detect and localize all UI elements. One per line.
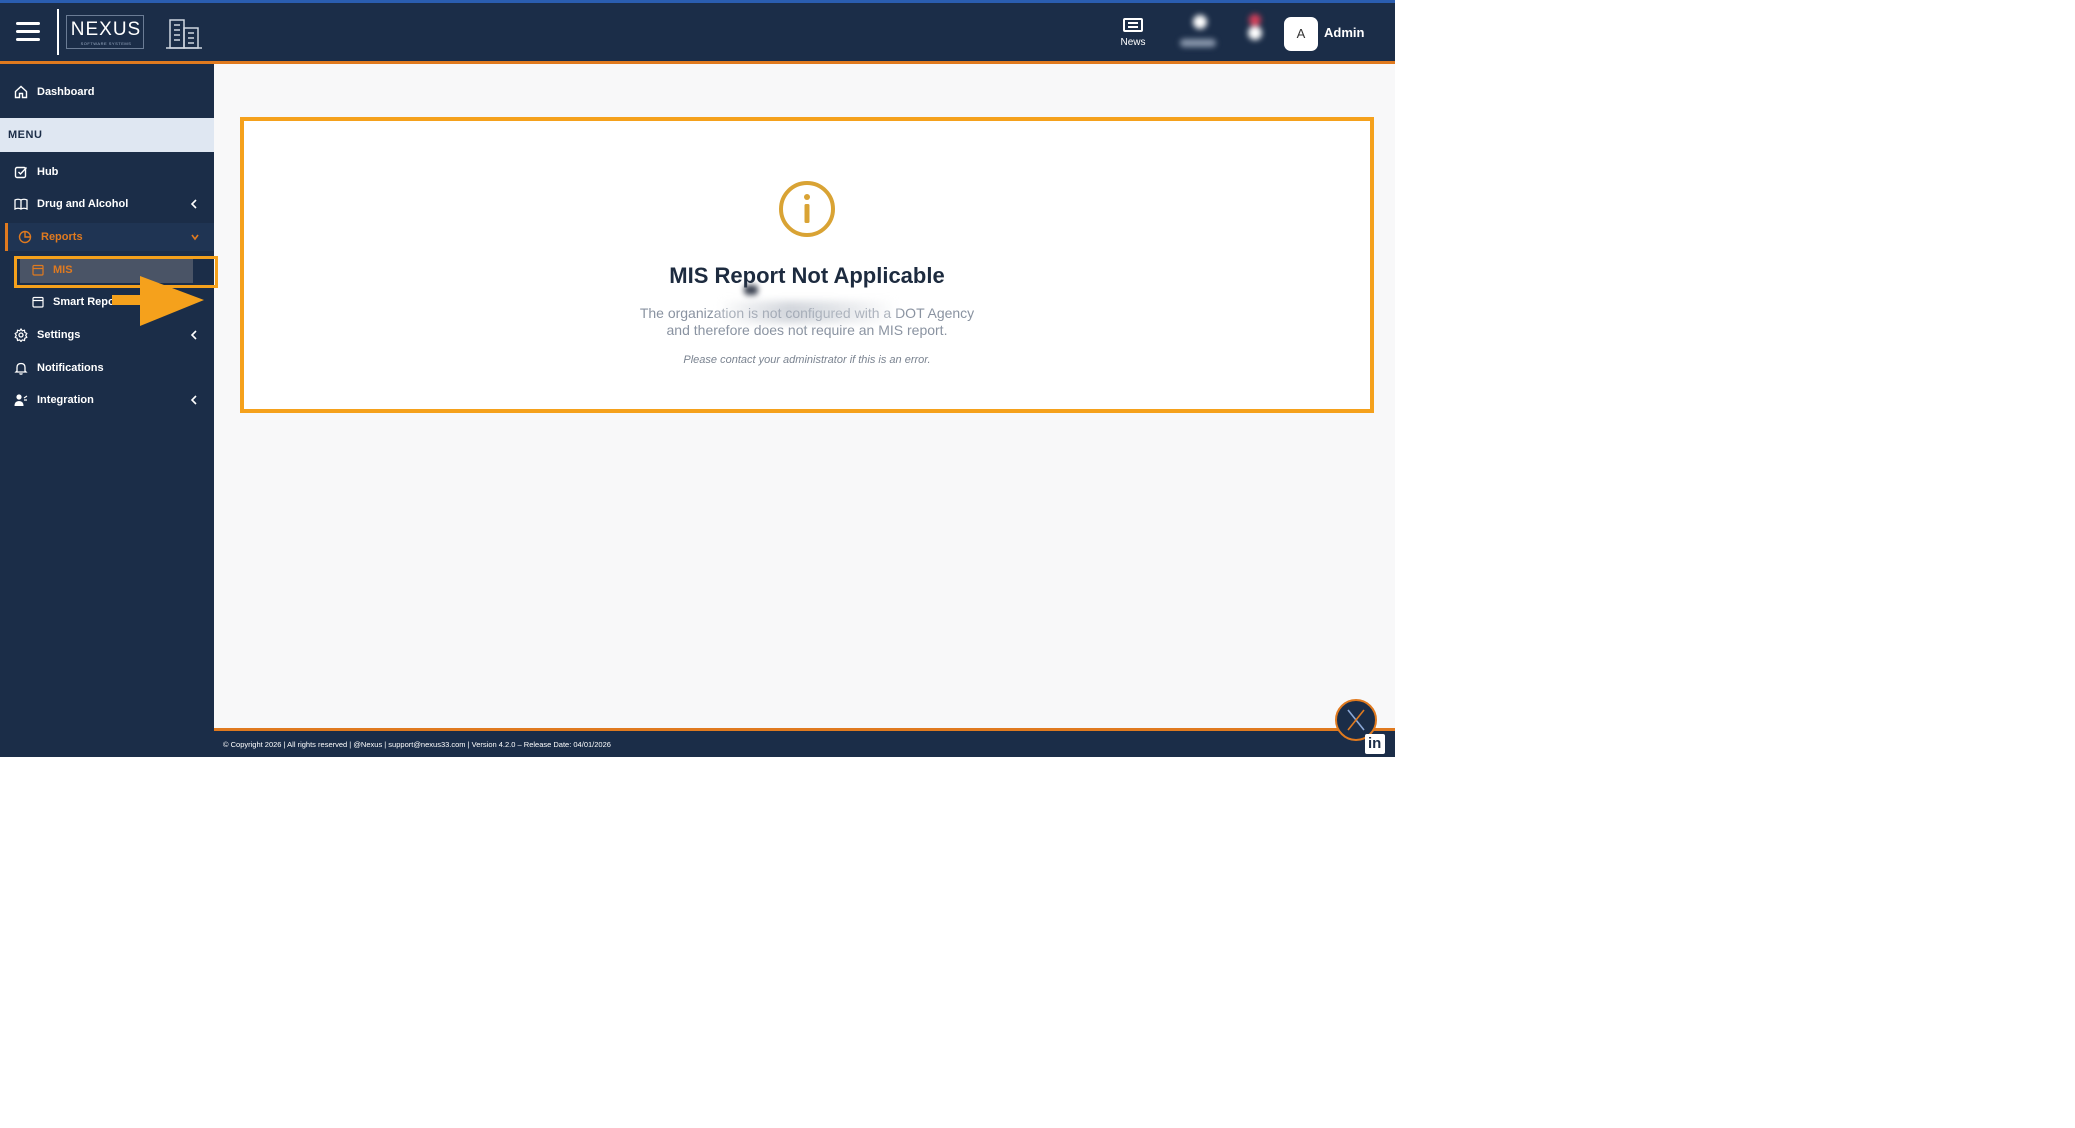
top-navbar: NEXUS SOFTWARE SYSTEMS News A Admin: [0, 0, 1395, 64]
mis-not-applicable-card: MIS Report Not Applicable The organizati…: [240, 117, 1374, 413]
sidebar-item-label: Settings: [37, 329, 81, 341]
chevron-left-icon: [190, 395, 197, 405]
sidebar-item-notifications[interactable]: Notifications: [0, 354, 214, 382]
redacted-text-blur: [718, 301, 898, 323]
sidebar-subitem-label: MIS: [53, 264, 73, 276]
sidebar-item-label: Hub: [37, 166, 59, 178]
sidebar-item-label: Drug and Alcohol: [37, 198, 129, 210]
linkedin-icon[interactable]: in: [1365, 734, 1385, 754]
sidebar-item-label: Reports: [41, 231, 83, 243]
sidebar-item-label: Notifications: [37, 362, 104, 374]
sidebar-item-dashboard[interactable]: Dashboard: [0, 78, 214, 106]
sidebar-subitem-mis[interactable]: MIS: [20, 257, 193, 283]
info-circle-icon: [779, 181, 835, 237]
news-label: News: [1120, 37, 1146, 48]
user-name[interactable]: Admin: [1324, 25, 1364, 40]
chevron-left-icon: [190, 330, 197, 340]
home-icon: [14, 85, 28, 99]
footer-copyright: © Copyright 2026 | All rights reserved |…: [223, 740, 611, 749]
sidebar-item-drug-and-alcohol[interactable]: Drug and Alcohol: [0, 190, 214, 218]
sidebar-item-settings[interactable]: Settings: [0, 321, 214, 349]
blurred-notification-icon[interactable]: [1243, 12, 1267, 44]
sidebar-item-reports[interactable]: Reports: [5, 223, 214, 251]
sidebar: Dashboard MENU Hub Drug and Alcohol Repo…: [0, 64, 214, 757]
sidebar-item-integration[interactable]: Integration: [0, 386, 214, 414]
menu-header-label: MENU: [8, 129, 43, 141]
menu-section-header: MENU: [0, 118, 214, 152]
message-line-2: and therefore does not require an MIS re…: [666, 322, 948, 338]
redacted-cursor-blur: [744, 285, 758, 295]
sidebar-item-label: Dashboard: [37, 86, 95, 98]
chevron-left-icon: [190, 199, 197, 209]
bell-icon: [14, 362, 28, 375]
blurred-header-widget[interactable]: [1178, 13, 1218, 53]
user-avatar[interactable]: A: [1284, 17, 1318, 51]
calendar-icon: [32, 264, 44, 276]
logo-subtitle: SOFTWARE SYSTEMS: [80, 41, 132, 46]
pie-chart-icon: [18, 230, 32, 244]
sidebar-subitem-label: Smart Report: [53, 296, 123, 308]
linkedin-label: in: [1368, 735, 1382, 752]
newspaper-icon: [1123, 18, 1143, 32]
chevron-down-icon: [191, 234, 199, 241]
news-button[interactable]: News: [1115, 18, 1151, 52]
user-link-icon: [14, 394, 28, 406]
sidebar-item-label: Integration: [37, 394, 94, 406]
sidebar-item-hub[interactable]: Hub: [0, 158, 214, 186]
checkbox-edit-icon: [14, 166, 28, 179]
logo-text: NEXUS: [70, 19, 142, 40]
book-open-icon: [14, 198, 28, 211]
app-window: NEXUS SOFTWARE SYSTEMS News A Admin Dash…: [0, 0, 1395, 757]
hamburger-menu-icon[interactable]: [16, 22, 40, 42]
footer: © Copyright 2026 | All rights reserved |…: [214, 728, 1395, 757]
calendar-icon: [32, 296, 44, 308]
gear-icon: [14, 328, 28, 342]
nexus-logo[interactable]: NEXUS SOFTWARE SYSTEMS: [66, 15, 144, 49]
page-title: MIS Report Not Applicable: [669, 263, 945, 288]
admin-note: Please contact your administrator if thi…: [683, 354, 931, 366]
sidebar-subitem-smart-report[interactable]: Smart Report: [20, 289, 193, 315]
logo-divider: [57, 9, 59, 55]
building-icon: [166, 19, 202, 49]
